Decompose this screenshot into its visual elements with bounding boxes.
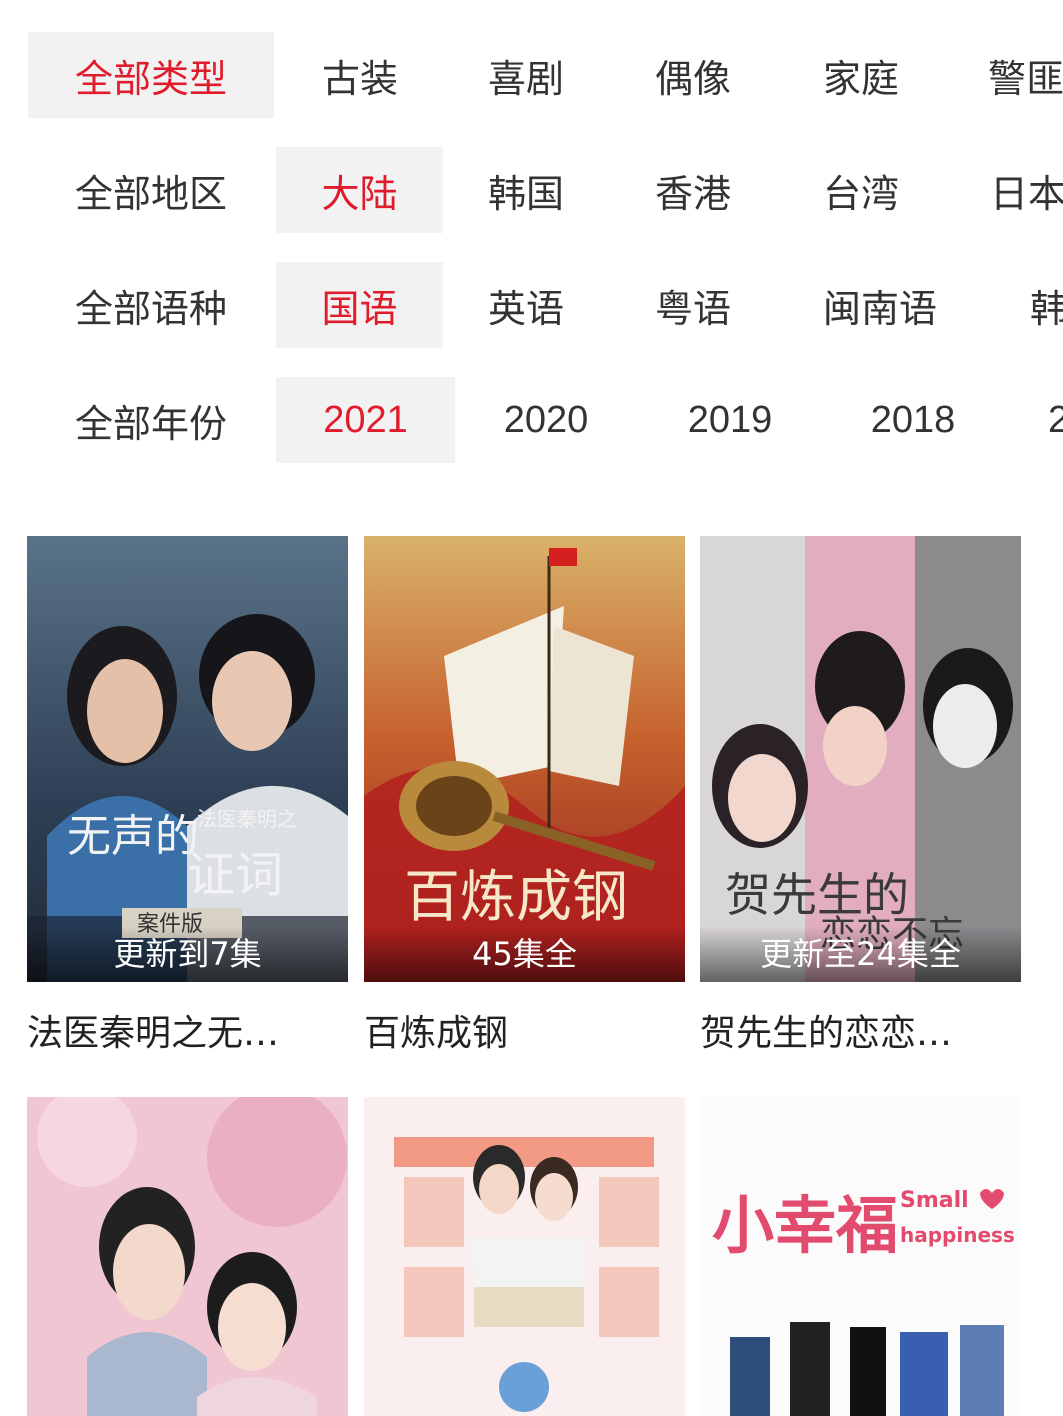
svg-text:无声的: 无声的 (67, 811, 199, 862)
filter-year-all[interactable]: 全部年份 (28, 377, 274, 463)
svg-text:百炼成钢: 百炼成钢 (404, 865, 628, 930)
filter-year-2020[interactable]: 2020 (466, 377, 626, 463)
poster-art-small-happiness: 小幸福 Small happiness (700, 1097, 1021, 1416)
poster-art-mr-he: 贺先生的 恋恋不忘 (700, 536, 1021, 982)
svg-text:Small: Small (900, 1188, 969, 1213)
episode-badge: 更新到7集 (27, 926, 348, 982)
svg-text:小幸福: 小幸福 (712, 1189, 898, 1262)
filter-language-all[interactable]: 全部语种 (28, 262, 274, 348)
filter-panel: 全部类型 古装 喜剧 偶像 家庭 警匪 全部地区 大陆 韩国 香港 台湾 日本 … (0, 0, 1063, 463)
poster-art-costume-romance (27, 1097, 348, 1416)
filter-year-2019[interactable]: 2019 (650, 377, 810, 463)
filter-language-mandarin[interactable]: 国语 (276, 262, 443, 348)
filter-type-family[interactable]: 家庭 (781, 32, 941, 118)
poster-art-silent-evidence: 无声的 证词 法医秦明之 案件版 (27, 536, 348, 982)
filter-region-hongkong[interactable]: 香港 (613, 147, 773, 233)
drama-card[interactable] (364, 1097, 685, 1416)
poster-image[interactable]: 百炼成钢 45集全 (364, 536, 685, 982)
filter-language-cantonese[interactable]: 粤语 (613, 262, 773, 348)
poster-art-refinement-of-faith: 百炼成钢 (364, 536, 685, 982)
poster-image[interactable]: 小幸福 Small happiness (700, 1097, 1021, 1416)
filter-region-japan[interactable]: 日本 (990, 147, 1063, 233)
filter-language-english[interactable]: 英语 (446, 262, 606, 348)
filter-row-region: 全部地区 大陆 韩国 香港 台湾 日本 (0, 115, 1063, 233)
filter-type-comedy[interactable]: 喜剧 (446, 32, 606, 118)
poster-image[interactable]: 贺先生的 恋恋不忘 更新至24集全 (700, 536, 1021, 982)
drama-card[interactable]: 百炼成钢 45集全 百炼成钢 (364, 536, 685, 1056)
filter-language-minnan[interactable]: 闽南语 (800, 262, 960, 348)
filter-region-korea[interactable]: 韩国 (446, 147, 606, 233)
poster-image[interactable] (27, 1097, 348, 1416)
drama-card[interactable]: 贺先生的 恋恋不忘 更新至24集全 贺先生的恋恋… (700, 536, 1021, 1056)
episode-badge: 45集全 (364, 926, 685, 982)
filter-year-more[interactable]: 2 (1048, 377, 1063, 463)
episode-badge: 更新至24集全 (700, 926, 1021, 982)
filter-region-taiwan[interactable]: 台湾 (781, 147, 941, 233)
filter-type-all[interactable]: 全部类型 (28, 32, 274, 118)
filter-type-police[interactable]: 警匪 (988, 32, 1063, 118)
drama-filter-page: 全部类型 古装 喜剧 偶像 家庭 警匪 全部地区 大陆 韩国 香港 台湾 日本 … (0, 0, 1063, 1416)
drama-card[interactable] (27, 1097, 348, 1416)
drama-card[interactable]: 无声的 证词 法医秦明之 案件版 更新到7集 法医秦明之无… (27, 536, 348, 1056)
svg-text:法医秦明之: 法医秦明之 (197, 807, 297, 831)
svg-text:happiness: happiness (900, 1223, 1015, 1247)
drama-title[interactable]: 百炼成钢 (364, 1004, 685, 1056)
filter-type-idol[interactable]: 偶像 (613, 32, 773, 118)
filter-region-mainland[interactable]: 大陆 (276, 147, 443, 233)
filter-row-year: 全部年份 2021 2020 2019 2018 2 (0, 345, 1063, 463)
drama-title[interactable]: 法医秦明之无… (27, 1004, 348, 1056)
filter-region-all[interactable]: 全部地区 (28, 147, 274, 233)
poster-image[interactable] (364, 1097, 685, 1416)
filter-row-language: 全部语种 国语 英语 粤语 闽南语 韩 (0, 230, 1063, 348)
drama-card[interactable]: 小幸福 Small happiness (700, 1097, 1021, 1416)
filter-row-type: 全部类型 古装 喜剧 偶像 家庭 警匪 (0, 0, 1063, 118)
drama-title[interactable]: 贺先生的恋恋… (700, 1004, 1021, 1056)
filter-language-korean[interactable]: 韩 (1030, 262, 1063, 348)
svg-text:证词: 证词 (187, 847, 283, 903)
filter-year-2021[interactable]: 2021 (276, 377, 455, 463)
poster-image[interactable]: 无声的 证词 法医秦明之 案件版 更新到7集 (27, 536, 348, 982)
poster-art-ensemble (364, 1097, 685, 1416)
filter-type-costume[interactable]: 古装 (280, 32, 440, 118)
filter-year-2018[interactable]: 2018 (833, 377, 993, 463)
